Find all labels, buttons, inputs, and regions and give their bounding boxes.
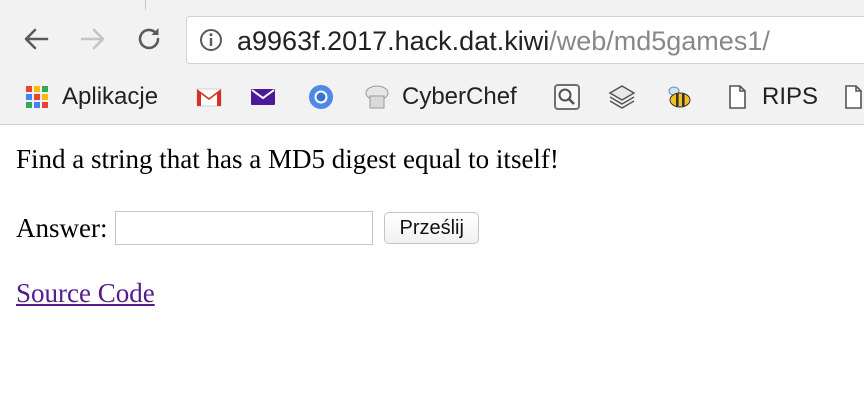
reload-button[interactable] <box>132 22 166 56</box>
chromium-icon <box>309 85 333 109</box>
answer-input[interactable] <box>115 211 374 245</box>
bookmark-layers[interactable] <box>607 76 637 118</box>
gmail-icon <box>196 88 222 107</box>
search-box-icon <box>554 84 580 110</box>
url-host: a9963f.2017.hack.dat.kiwi <box>237 26 550 56</box>
answer-form: Answer: Prześlij <box>16 210 479 246</box>
document-icon <box>729 85 746 109</box>
tab-strip-edge <box>0 0 864 10</box>
bookmark-document[interactable] <box>838 76 864 118</box>
bookmark-bee[interactable] <box>664 76 694 118</box>
bookmark-chromium[interactable] <box>306 76 336 118</box>
submit-button[interactable]: Prześlij <box>384 212 479 244</box>
arrow-right-icon <box>80 28 105 50</box>
info-icon[interactable] <box>199 28 223 52</box>
apps-grid-icon <box>26 86 48 108</box>
bookmark-search[interactable] <box>552 76 582 118</box>
forward-button[interactable] <box>76 22 110 56</box>
challenge-description: Find a string that has a MD5 digest equa… <box>16 144 559 174</box>
reload-icon <box>138 28 160 50</box>
bookmark-cyberchef[interactable]: CyberChef <box>362 76 517 118</box>
bookmark-mail[interactable] <box>248 76 278 118</box>
address-bar[interactable]: a9963f.2017.hack.dat.kiwi/web/md5games1/ <box>186 16 864 64</box>
bee-icon <box>668 86 691 108</box>
bookmarks-bar: Aplikacje CyberChef RIPS <box>0 76 864 118</box>
layers-icon <box>608 85 636 109</box>
arrow-left-icon <box>24 28 49 50</box>
chef-hat-icon <box>365 85 389 109</box>
browser-toolbar: a9963f.2017.hack.dat.kiwi/web/md5games1/… <box>0 0 864 125</box>
url-path: /web/md5games1/ <box>549 26 770 56</box>
back-button[interactable] <box>19 22 53 56</box>
bookmark-label: RIPS <box>762 83 819 110</box>
document-icon <box>845 85 862 109</box>
mail-envelope-icon <box>251 89 275 105</box>
source-code-link[interactable]: Source Code <box>16 278 155 309</box>
bookmark-gmail[interactable] <box>194 76 224 118</box>
bookmark-rips[interactable]: RIPS <box>722 76 818 118</box>
bookmark-label: CyberChef <box>402 83 517 110</box>
bookmark-apps[interactable]: Aplikacje <box>22 76 158 118</box>
url-text[interactable]: a9963f.2017.hack.dat.kiwi/web/md5games1/ <box>237 24 770 58</box>
answer-label: Answer: <box>16 212 108 243</box>
bookmark-label: Aplikacje <box>62 83 159 110</box>
